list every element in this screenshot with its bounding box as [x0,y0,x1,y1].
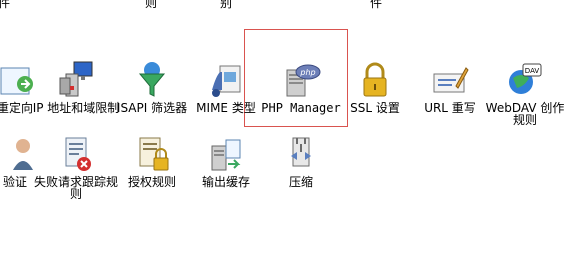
feature-handler-mappings[interactable]: 处理 [555,60,587,114]
url-rewrite-icon [433,67,469,93]
failed-request-tracing-icon [65,137,91,171]
authorization-rules-icon [139,137,169,171]
mime-types-icon [212,65,241,97]
ip-domain-restrictions-icon [59,61,93,97]
cut-off-feature-label: 件 [0,0,11,10]
svg-text:DAV: DAV [525,67,540,75]
cut-off-feature-label: 件 [370,0,383,10]
cut-off-feature-label: 则 [145,0,158,10]
isapi-filters-icon [138,62,166,97]
compression-icon [291,137,311,167]
webdav-authoring-rules-icon: DAV [509,63,542,94]
output-caching-icon [211,139,241,171]
php-manager-icon: php [286,64,321,97]
svg-text:php: php [299,68,315,77]
handler-mappings-icon [583,60,587,100]
feature-label: 压缩 [288,175,313,189]
feature-label: 处理 [558,102,587,114]
ssl-settings-icon [363,62,387,97]
feature-compression[interactable]: 压缩 [253,134,349,188]
cut-off-feature-label: 别 [220,0,233,10]
